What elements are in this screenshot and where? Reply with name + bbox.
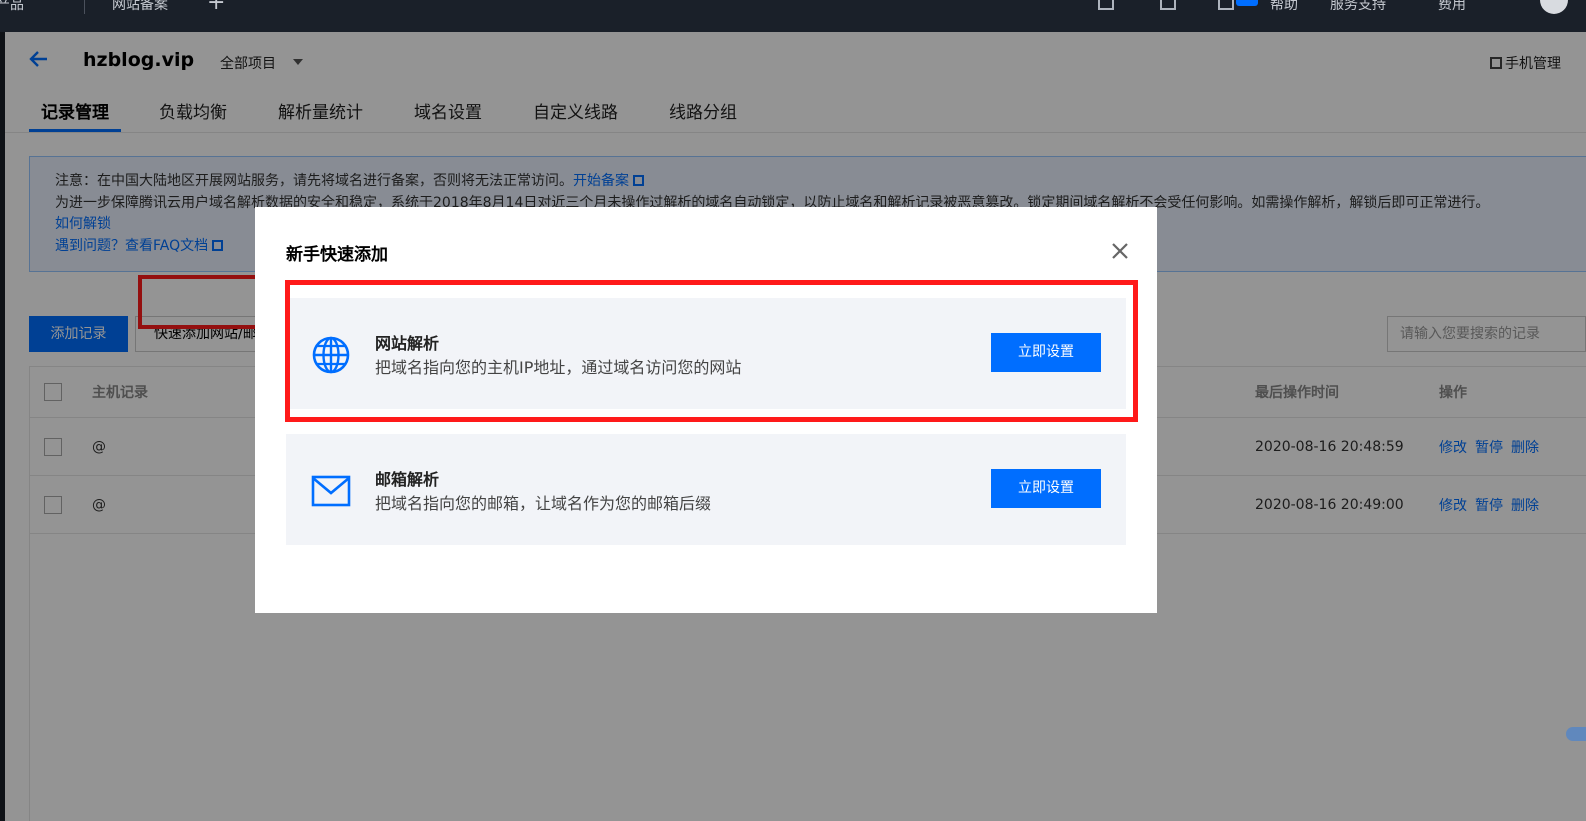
email-setup-button[interactable]: 立即设置 xyxy=(991,469,1101,508)
grid-icon[interactable] xyxy=(1098,0,1114,10)
nav-divider xyxy=(84,0,85,14)
close-icon[interactable] xyxy=(1110,241,1130,261)
nav-support[interactable]: 服务支持 xyxy=(1330,0,1386,14)
email-resolve-card: 邮箱解析 把域名指向您的邮箱，让域名作为您的邮箱后缀 立即设置 xyxy=(286,434,1126,545)
document-icon[interactable] xyxy=(1160,0,1176,10)
highlight-box xyxy=(285,280,1138,422)
modal-title: 新手快速添加 xyxy=(286,245,388,265)
nav-beian[interactable]: 网站备案 xyxy=(112,0,168,14)
card-title: 邮箱解析 xyxy=(375,470,440,489)
mail-icon xyxy=(311,475,351,507)
avatar[interactable] xyxy=(1540,0,1568,14)
message-icon[interactable] xyxy=(1218,0,1234,10)
nav-help[interactable]: 帮助 xyxy=(1270,0,1298,14)
notification-badge xyxy=(1236,0,1258,6)
top-navbar: 产品 ⌄ 网站备案 + 帮助 服务支持 费用 xyxy=(0,0,1586,32)
card-desc: 把域名指向您的邮箱，让域名作为您的邮箱后缀 xyxy=(375,494,712,513)
nav-billing[interactable]: 费用 xyxy=(1438,0,1466,14)
floating-widget[interactable] xyxy=(1566,727,1586,741)
plus-icon[interactable]: + xyxy=(207,0,225,15)
nav-products[interactable]: 产品 xyxy=(0,0,24,14)
